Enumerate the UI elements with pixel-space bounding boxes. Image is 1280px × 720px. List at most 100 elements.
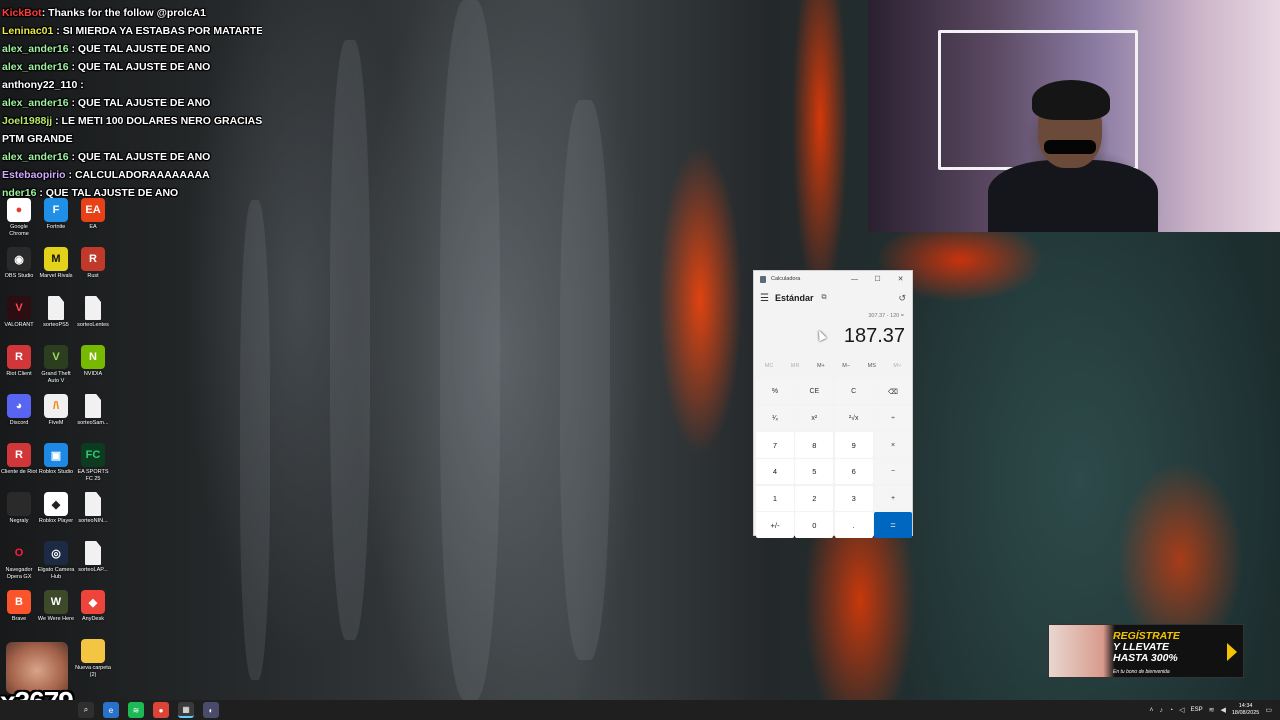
digit-1-key[interactable]: 1 (756, 485, 795, 512)
calculator-window[interactable]: Calculadora — ☐ ✕ ☰ Estándar ⧉ ↺ 307.37 … (753, 270, 913, 538)
negate-key[interactable]: +/- (756, 512, 795, 538)
navigation-menu-icon[interactable]: ☰ (760, 293, 769, 304)
close-button[interactable]: ✕ (889, 275, 912, 283)
keypad: % CE C ⌫ ¹⁄ₓ x² ²√x ÷ 7 8 9 × 4 5 6− 1 2 3 + +/- 0. = (756, 379, 912, 538)
valorant-icon: V (7, 296, 31, 320)
reciprocal-key[interactable]: ¹⁄ₓ (756, 405, 795, 432)
desktop-shortcut[interactable]: sorteoLAP... (74, 539, 112, 587)
memory-button[interactable]: MR (791, 363, 800, 375)
microphone-icon[interactable]: ♪ (1159, 707, 1163, 714)
elgato-icon: ◎ (44, 541, 68, 565)
memory-button[interactable]: M− (842, 363, 850, 375)
desktop-shortcut[interactable]: M Marvel Rivals (37, 245, 75, 293)
desktop-shortcut[interactable]: /\ FiveM (37, 392, 75, 440)
desktop-shortcut[interactable]: R Riot Client (0, 343, 38, 391)
desktop-shortcut-label: AnyDesk (81, 616, 104, 622)
desktop-shortcut[interactable]: V Grand Theft Auto V (37, 343, 75, 391)
clear-key[interactable]: C (834, 379, 873, 405)
desktop-shortcut[interactable]: R Rust (74, 245, 112, 293)
minimize-button[interactable]: — (843, 276, 866, 283)
taskbar-chrome-icon[interactable]: ● (153, 702, 169, 718)
memory-button[interactable]: M+ (817, 363, 825, 375)
digit-2-key[interactable]: 2 (795, 485, 834, 512)
desktop-shortcut[interactable]: B Brave (0, 588, 38, 636)
desktop-shortcut[interactable]: Nueva carpeta (2) (74, 637, 112, 685)
desktop-shortcut[interactable]: W We Were Here (37, 588, 75, 636)
digit-8-key[interactable]: 8 (795, 432, 834, 458)
taskbar-edge-icon[interactable]: e (103, 702, 119, 718)
chat-separator: : (53, 25, 63, 37)
desktop-shortcut[interactable]: ◆ AnyDesk (74, 588, 112, 636)
divide-key[interactable]: ÷ (873, 405, 912, 432)
desktop-shortcut[interactable]: R Cliente de Riot (0, 441, 38, 489)
document-icon (85, 394, 101, 418)
desktop-shortcut[interactable]: sorteoNIN... (74, 490, 112, 538)
add-key[interactable]: + (873, 485, 912, 512)
square-root-key[interactable]: ²√x (834, 405, 873, 432)
taskbar-app-icon[interactable]: ◐ (203, 702, 219, 718)
subtract-key[interactable]: − (873, 459, 912, 485)
digit-9-key[interactable]: 9 (834, 432, 873, 458)
promo-banner[interactable]: REGÍSTRATE Y LLEVATE HASTA 300% En tu bo… (1048, 624, 1244, 678)
taskbar: ⌕ e ≋ ● ▦ ◐ ˄ ♪ ◔ ◁ ESP ≋ ◀ 14:34 18/08/2025 … (0, 700, 1280, 720)
language-indicator[interactable]: ESP (1191, 707, 1203, 713)
desktop-shortcut[interactable]: ● Google Chrome (0, 196, 38, 244)
speaker-icon[interactable]: ◀ (1220, 706, 1225, 714)
chevron-up-icon[interactable]: ˄ (1149, 707, 1153, 714)
desktop-shortcut[interactable]: F Fortnite (37, 196, 75, 244)
clear-entry-key[interactable]: CE (795, 379, 834, 405)
desktop-shortcut-label: sorteoPS5 (43, 322, 69, 328)
history-icon[interactable]: ↺ (898, 293, 906, 304)
desktop-shortcut[interactable]: V VALORANT (0, 294, 38, 342)
taskbar-calculator-icon[interactable]: ▦ (178, 702, 194, 718)
digit-0-key[interactable]: 0 (795, 512, 834, 538)
desktop-shortcut[interactable]: O Navegador Opera GX (0, 539, 38, 587)
maximize-button[interactable]: ☐ (866, 275, 889, 283)
digit-3-key[interactable]: 3 (834, 485, 873, 512)
keep-on-top-icon[interactable]: ⧉ (821, 294, 826, 302)
desktop-shortcut[interactable]: ▣ Roblox Studio (37, 441, 75, 489)
memory-button[interactable]: MC (765, 363, 774, 375)
wifi-icon[interactable]: ≋ (1209, 706, 1215, 714)
chat-username: alex_ander16 (2, 61, 69, 73)
volume-icon[interactable]: ◁ (1179, 706, 1184, 714)
desktop-shortcut[interactable]: ◎ Elgato Camera Hub (37, 539, 75, 587)
desktop-shortcut[interactable]: Negraly (0, 490, 38, 538)
square-key[interactable]: x² (795, 405, 834, 432)
desktop-shortcut[interactable]: FC EA SPORTS FC 25 (74, 441, 112, 489)
network-icon[interactable]: ◔ (1169, 707, 1173, 714)
memory-button[interactable]: MS (868, 363, 876, 375)
desktop-shortcut[interactable]: N NVIDIA (74, 343, 112, 391)
marvel-rivals-icon: M (44, 247, 68, 271)
equals-key[interactable]: = (873, 512, 912, 538)
desktop-shortcut[interactable]: sorteoLentes (74, 294, 112, 342)
chat-message: alex_ander16 : QUE TAL AJUSTE DE ANO (2, 148, 262, 166)
nvidia-icon: N (81, 345, 105, 369)
calculator-titlebar[interactable]: Calculadora — ☐ ✕ (754, 271, 912, 287)
multiply-key[interactable]: × (873, 432, 912, 458)
desktop-shortcut-label: sorteoSam... (77, 420, 109, 426)
clock[interactable]: 14:34 18/08/2025 (1232, 703, 1260, 717)
percent-key[interactable]: % (756, 379, 795, 405)
backspace-key[interactable]: ⌫ (873, 379, 912, 405)
desktop-shortcut[interactable]: ◕ Discord (0, 392, 38, 440)
digit-5-key[interactable]: 5 (795, 459, 834, 485)
digit-6-key[interactable]: 6 (834, 459, 873, 485)
digit-4-key[interactable]: 4 (756, 459, 795, 485)
desktop-shortcut-label: Rust (87, 273, 99, 279)
digit-7-key[interactable]: 7 (756, 432, 795, 458)
desktop-shortcut[interactable]: sorteoPS5 (37, 294, 75, 342)
promo-arrow-icon (1227, 643, 1237, 661)
desktop-shortcut[interactable]: sorteoSam... (74, 392, 112, 440)
chat-username: anthony22_110 (2, 79, 78, 91)
decimal-key[interactable]: . (834, 512, 873, 538)
taskbar-search-icon[interactable]: ⌕ (78, 702, 94, 718)
taskbar-spotify-icon[interactable]: ≋ (128, 702, 144, 718)
document-icon (85, 492, 101, 516)
desktop-shortcut[interactable]: ◆ Roblox Player (37, 490, 75, 538)
memory-button[interactable]: M˅ (893, 363, 901, 375)
desktop-shortcut[interactable]: EA EA (74, 196, 112, 244)
brave-icon: B (7, 590, 31, 614)
notification-icon[interactable]: ▭ (1265, 706, 1272, 714)
desktop-shortcut[interactable]: ◉ OBS Studio (0, 245, 38, 293)
